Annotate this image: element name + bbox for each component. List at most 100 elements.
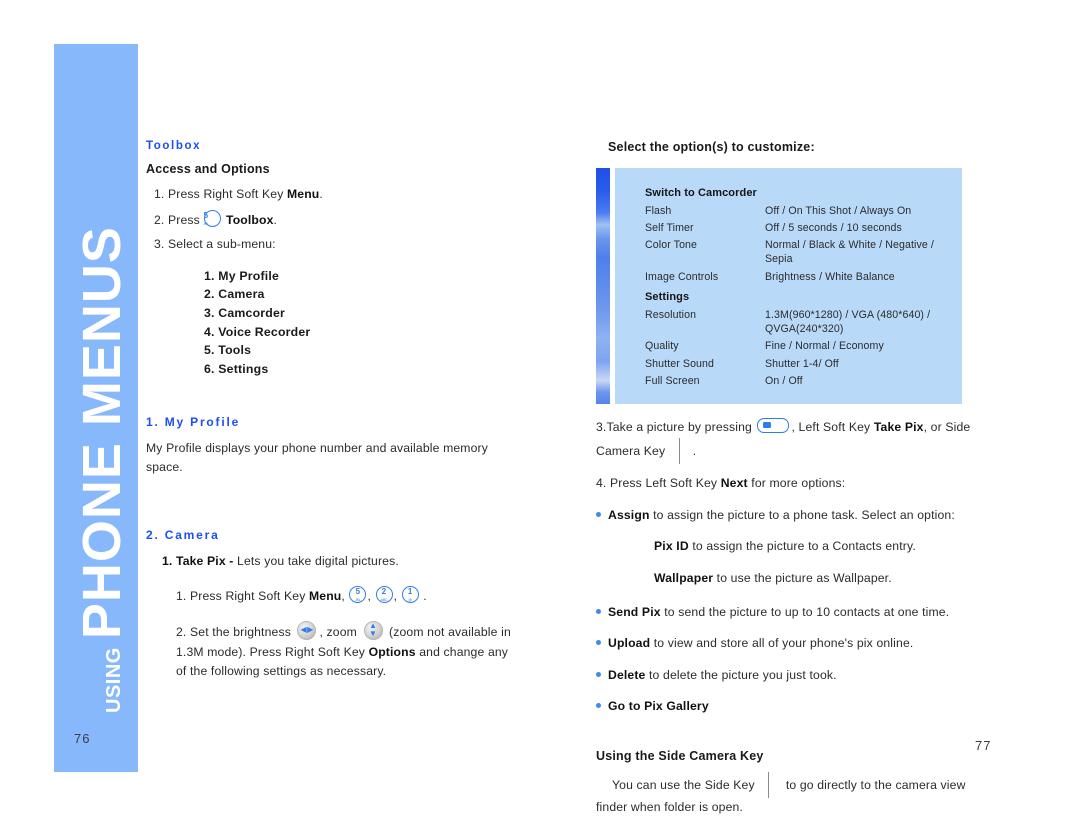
bullet-delete[interactable]: Delete to delete the picture you just to… — [596, 666, 988, 686]
key-5-icon: 5 JKL — [203, 209, 222, 227]
table-row: Color Tone Normal / Black & White / Nega… — [645, 238, 952, 269]
bullet-assign-text: to assign the picture to a phone task. S… — [649, 507, 955, 522]
option-value-self-timer: Off / 5 seconds / 10 seconds — [765, 222, 902, 235]
heading-my-profile: 1. My Profile — [146, 414, 241, 429]
step-2-period: . — [273, 212, 278, 227]
arrow-left-glyph: ◀ — [300, 625, 307, 635]
key-5-number-2: 5 — [355, 586, 361, 596]
bullet-send-pix[interactable]: Send Pix to send the picture to up to 10… — [596, 603, 988, 623]
bullet-go-to-pix-gallery[interactable]: Go to Pix Gallery — [596, 697, 988, 717]
bullet-go-to-pix-gallery-label: Go to Pix Gallery — [608, 699, 709, 714]
table-intro-heading: Select the option(s) to customize: — [608, 140, 815, 154]
take-pix-rest: Lets you take digital pictures. — [233, 554, 399, 569]
camera-options-panel: Switch to Camcorder Flash Off / On This … — [596, 168, 962, 405]
option-label-self-timer: Self Timer — [645, 222, 694, 235]
camera-step-2: 2. Set the brightness ◀ ▶, zoom ▲ ▼ (zoom … — [176, 620, 514, 682]
submenu-item-settings[interactable]: 6. Settings — [204, 360, 514, 379]
bullet-upload[interactable]: Upload to view and store all of your pho… — [596, 634, 988, 654]
step-1-bold: Menu — [286, 187, 320, 201]
submenu-item-camera[interactable]: 2. Camera — [204, 285, 514, 304]
table-row: Quality Fine / Normal / Economy — [645, 339, 952, 356]
key-1-icon: 1 @ — [401, 585, 419, 603]
bullet-delete-text: to delete the picture you just took. — [645, 667, 837, 682]
right-step-3-b: , Left Soft Key — [791, 420, 874, 435]
bullet-send-pix-label: Send Pix — [608, 604, 661, 619]
page-number-right: 77 — [975, 738, 992, 753]
option-value-flash: Off / On This Shot / Always On — [765, 205, 912, 218]
right-step-4-a: 4. Press Left Soft Key — [596, 475, 721, 490]
option-label-image-controls: Image Controls — [645, 270, 719, 283]
table-row: Flash Off / On This Shot / Always On — [645, 204, 952, 221]
camera-step-1-mid: , — [341, 588, 349, 603]
option-label-flash: Flash — [645, 205, 672, 218]
table-row: Full Screen On / Off — [645, 373, 952, 390]
right-step-3-a: 3.Take a picture by pressing — [596, 420, 756, 435]
option-value-image-controls: Brightness / White Balance — [765, 270, 895, 283]
key-2-number: 2 — [381, 586, 387, 596]
camera-step-2-bold: Options — [368, 644, 416, 659]
submenu-item-tools[interactable]: 5. Tools — [204, 341, 514, 360]
sidebar-section-title: PHONE MENUS — [72, 226, 132, 640]
key-1-sublabel: @ — [408, 597, 412, 602]
assign-subitem-wallpaper[interactable]: Wallpaper to use the picture as Wallpape… — [654, 569, 988, 589]
zoom-up-down-icon: ▲ ▼ — [363, 620, 383, 640]
option-value-shutter-sound: Shutter 1-4/ Off — [765, 357, 839, 370]
key-2-icon: 2 ABC — [375, 585, 393, 603]
options-table-body: Switch to Camcorder Flash Off / On This … — [615, 168, 962, 404]
option-label-resolution: Resolution — [645, 309, 697, 322]
key-5-sublabel-2: JKL — [355, 597, 361, 602]
heading-camera: 2. Camera — [146, 528, 220, 543]
step-3: 3. Select a sub-menu: — [154, 237, 276, 252]
right-step-3-bold: Take Pix — [873, 420, 924, 435]
brightness-left-right-icon: ◀ ▶ — [297, 620, 317, 640]
right-step-4: 4. Press Left Soft Key Next for more opt… — [596, 474, 988, 494]
assign-subitem-pix-id[interactable]: Pix ID to assign the picture to a Contac… — [654, 537, 988, 557]
option-value-quality: Fine / Normal / Economy — [765, 340, 884, 353]
key-5-sublabel: JKL — [203, 221, 209, 226]
sidebar-vertical-title: USING PHONE MENUS — [72, 23, 132, 719]
option-value-full-screen: On / Off — [765, 374, 803, 387]
camera-step-1: 1. Press Right Soft Key Menu, 5 JKL, 2 ABC… — [176, 585, 427, 603]
table-row: Shutter Sound Shutter 1-4/ Off — [645, 356, 952, 373]
camera-button-icon — [757, 418, 790, 434]
arrow-down-glyph: ▼ — [368, 629, 378, 639]
side-key-body-a: You can use the Side Key — [612, 777, 759, 792]
manual-page: USING PHONE MENUS 76 Toolbox Access and … — [0, 0, 1080, 835]
step-1: 1. Press Right Soft Key Menu. — [146, 185, 514, 205]
right-step-3-d: . — [692, 443, 697, 458]
option-group-switch-to-camcorder[interactable]: Switch to Camcorder — [645, 182, 952, 204]
submenu-item-camcorder[interactable]: 3. Camcorder — [204, 304, 514, 323]
heading-toolbox: Toolbox — [146, 140, 202, 152]
option-group-settings[interactable]: Settings — [645, 286, 952, 308]
sidebar-tab: USING PHONE MENUS 76 — [54, 44, 138, 772]
table-row: Self Timer Off / 5 seconds / 10 seconds — [645, 221, 952, 238]
toolbox-submenu-list: 1. My Profile 2. Camera 3. Camcorder 4. … — [146, 267, 514, 379]
right-step-4-bold: Next — [720, 475, 748, 490]
bullet-delete-label: Delete — [608, 667, 646, 682]
camera-options-table: Switch to Camcorder Flash Off / On This … — [645, 182, 952, 390]
page-number-left: 76 — [74, 731, 91, 746]
take-pix-line: 1. Take Pix - Lets you take digital pict… — [162, 552, 514, 572]
option-label-quality: Quality — [645, 340, 679, 353]
arrow-right-glyph: ▶ — [307, 625, 314, 635]
heading-using-side-camera-key: Using the Side Camera Key — [596, 748, 764, 763]
submenu-item-voice-recorder[interactable]: 4. Voice Recorder — [204, 323, 514, 342]
step-2: 2. Press 5 JKL Toolbox. — [146, 209, 514, 231]
heading-access-and-options: Access and Options — [146, 162, 270, 176]
bullet-upload-text: to view and store all of your phone's pi… — [650, 636, 914, 651]
key-5-icon-2: 5 JKL — [349, 585, 367, 603]
key-2-sublabel: ABC — [380, 597, 388, 602]
bullet-assign-label: Assign — [608, 507, 650, 522]
table-row: Switch to Camcorder — [645, 182, 952, 204]
step-2-bold: Toolbox — [226, 212, 274, 227]
wallpaper-text: to use the picture as Wallpaper. — [713, 571, 892, 586]
right-step-3: 3.Take a picture by pressing , Left Soft… — [596, 418, 988, 464]
submenu-item-my-profile[interactable]: 1. My Profile — [204, 267, 514, 286]
option-value-color-tone: Normal / Black & White / Negative / Sepi… — [765, 239, 934, 266]
my-profile-body: My Profile displays your phone number an… — [146, 440, 488, 475]
camera-step-1-bold: Menu — [308, 588, 342, 603]
camera-step-2-b: , zoom — [319, 624, 361, 639]
side-key-body: You can use the Side Key to go directly … — [596, 771, 988, 818]
bullet-assign[interactable]: Assign to assign the picture to a phone … — [596, 506, 988, 526]
wallpaper-label: Wallpaper — [654, 571, 714, 586]
